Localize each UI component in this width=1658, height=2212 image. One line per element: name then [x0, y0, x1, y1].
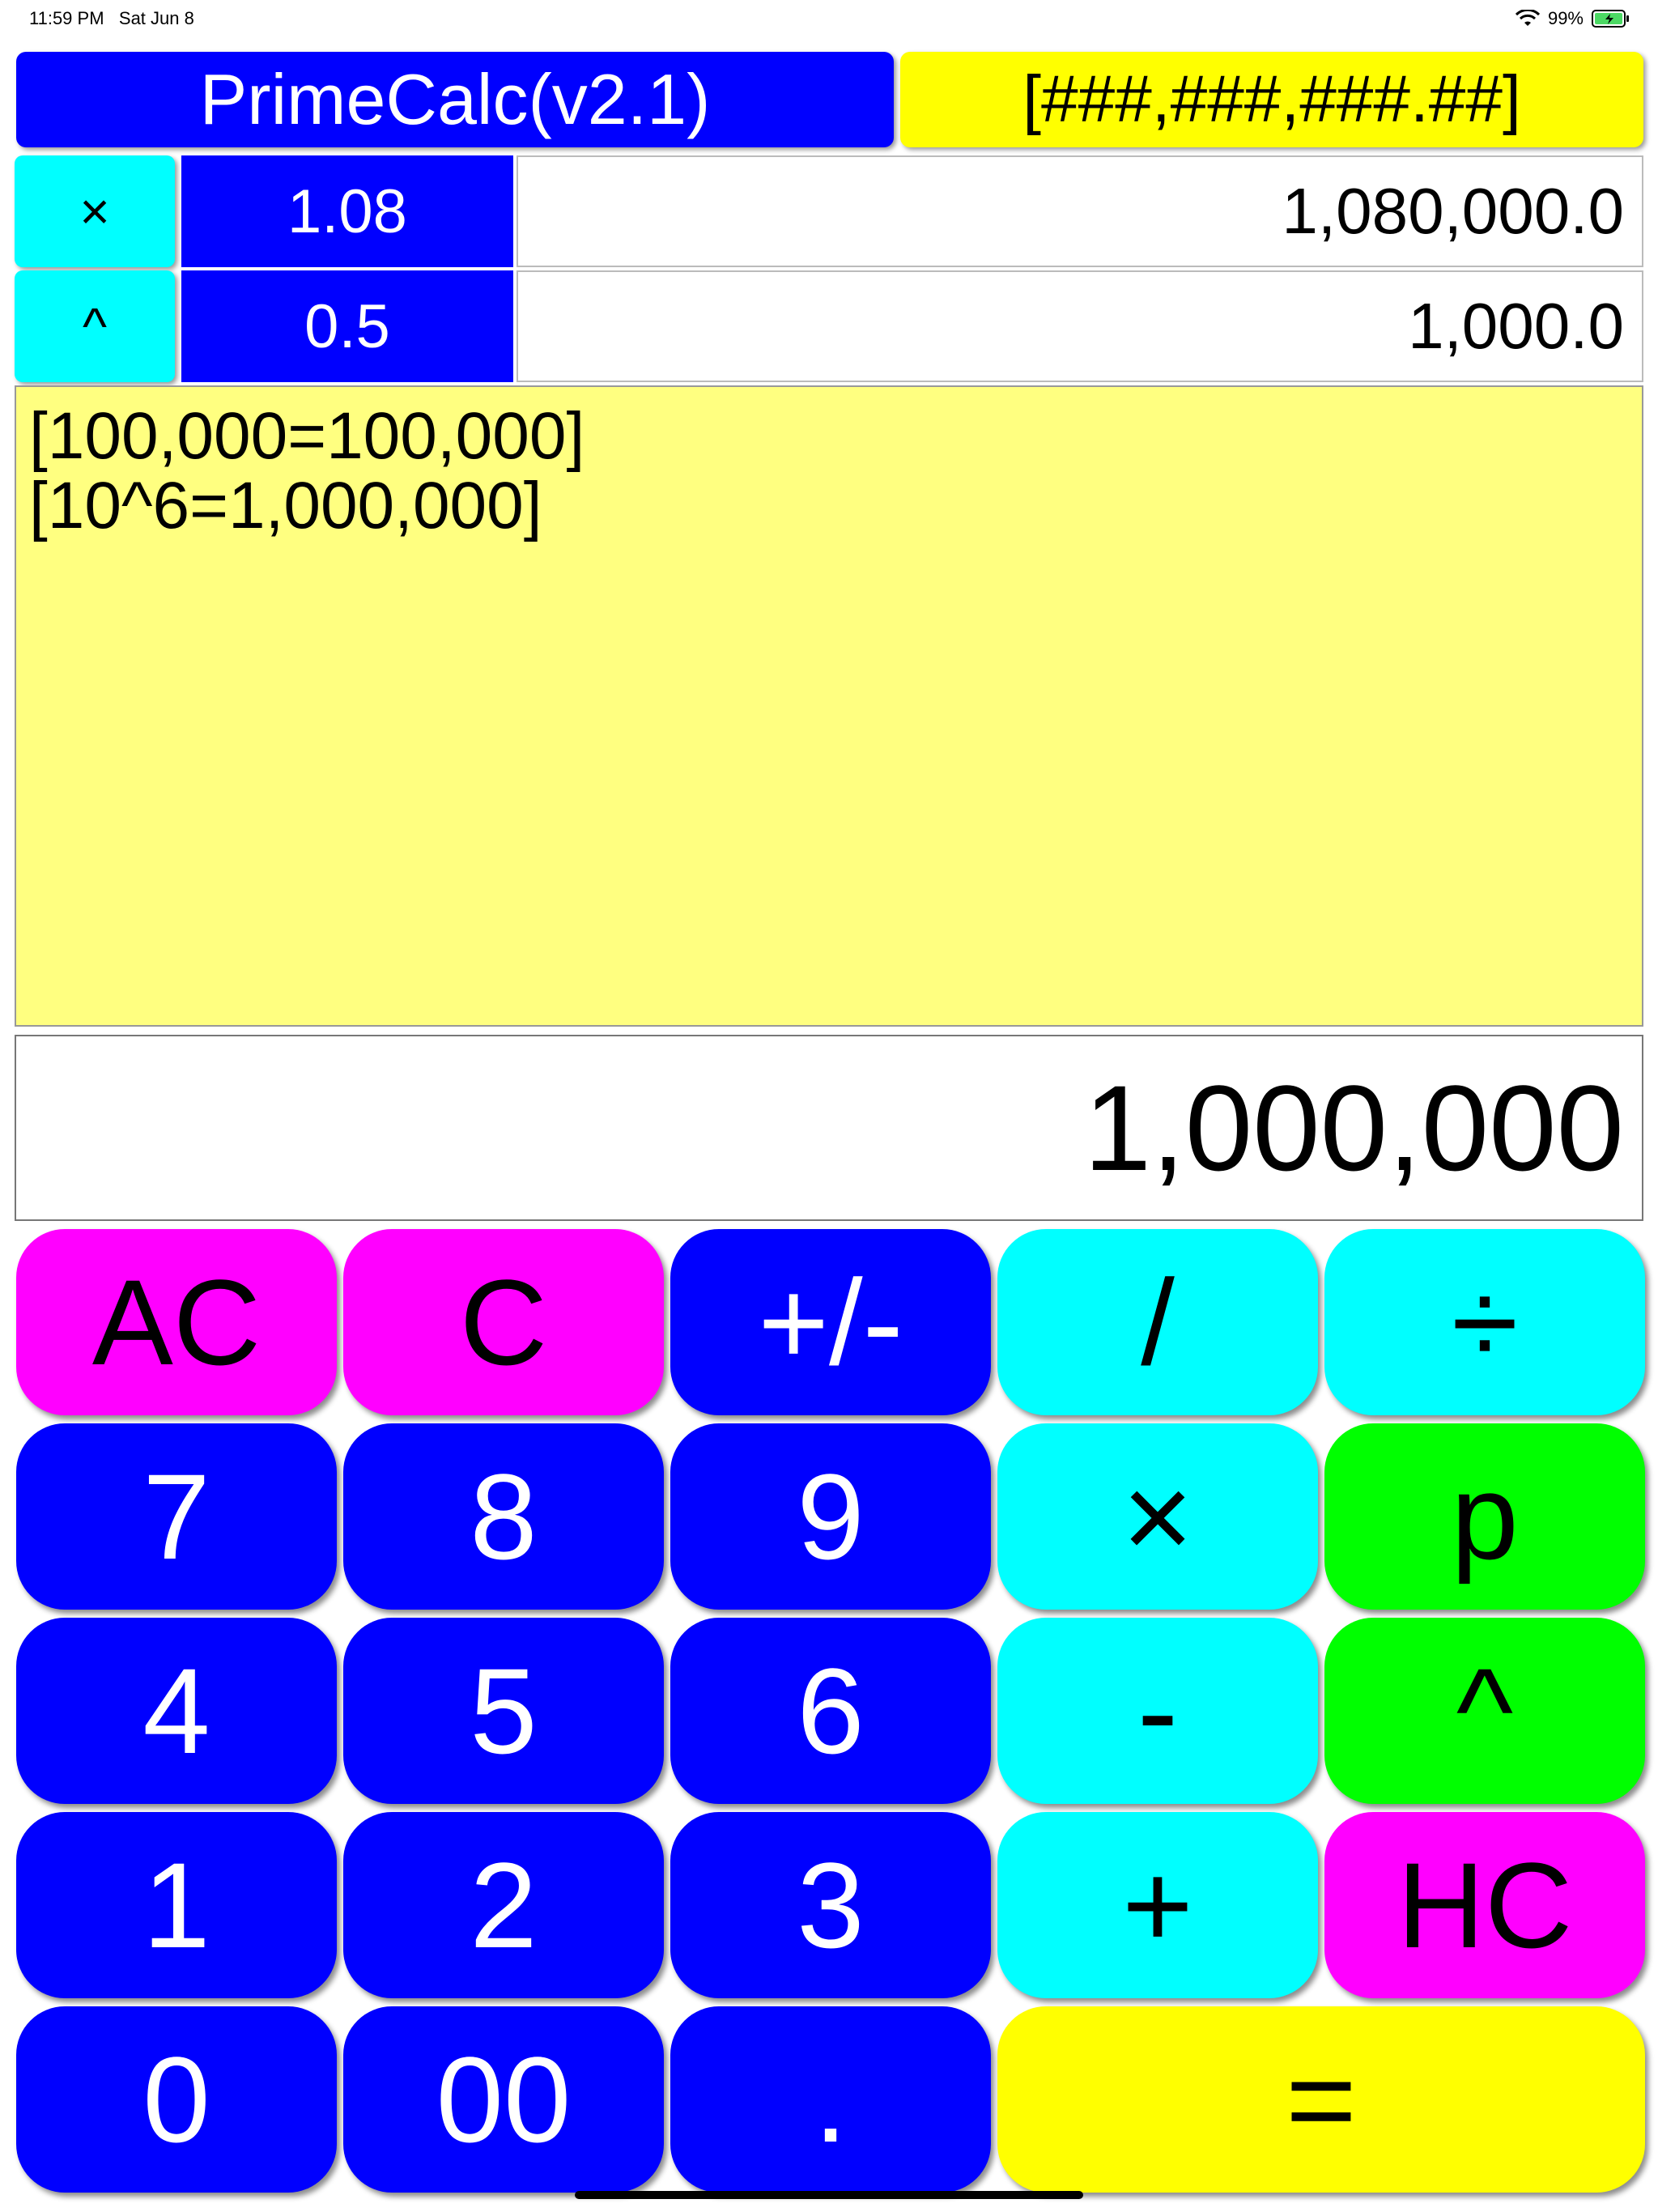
history-line: [10^6=1,000,000] — [29, 469, 542, 543]
prime-button[interactable]: p — [1324, 1423, 1645, 1610]
digit-8-button[interactable]: 8 — [343, 1423, 664, 1610]
home-indicator[interactable] — [575, 2191, 1083, 2199]
digit-7-button[interactable]: 7 — [16, 1423, 337, 1610]
digit-0-button[interactable]: 0 — [16, 2006, 337, 2193]
status-right: 99% — [1515, 8, 1630, 29]
status-time-value: 11:59 PM — [29, 8, 104, 28]
sign-toggle-button[interactable]: +/- — [670, 1229, 991, 1415]
wifi-icon — [1515, 10, 1540, 26]
plus-button[interactable]: + — [997, 1812, 1318, 1998]
digit-1-button[interactable]: 1 — [16, 1812, 337, 1998]
status-date: Sat Jun 8 — [118, 8, 194, 28]
memory-power-factor[interactable]: 0.5 — [181, 270, 513, 382]
battery-icon — [1592, 10, 1629, 28]
divide-button[interactable]: ÷ — [1324, 1229, 1645, 1415]
battery-percent: 99% — [1547, 8, 1584, 28]
main-display: 1,000,000 — [15, 1035, 1643, 1221]
digit-4-button[interactable]: 4 — [16, 1618, 337, 1804]
status-bar: 11:59 PM Sat Jun 8 99% — [0, 0, 1658, 42]
history-tape[interactable]: [100,000=100,000] [10^6=1,000,000] — [15, 385, 1643, 1027]
power-button[interactable]: ^ — [1324, 1618, 1645, 1804]
format-button[interactable]: [###,###,###.##] — [900, 52, 1643, 147]
digit-9-button[interactable]: 9 — [670, 1423, 991, 1610]
app-title: PrimeCalc(v2.1) — [16, 52, 894, 147]
memory-row-power: ^ 0.5 1,000.0 — [15, 270, 1643, 382]
digit-5-button[interactable]: 5 — [343, 1618, 664, 1804]
memory-row-multiply: × 1.08 1,080,000.0 — [15, 155, 1643, 267]
memory-multiply-button[interactable]: × — [15, 155, 175, 267]
all-clear-button[interactable]: AC — [16, 1229, 337, 1415]
digit-2-button[interactable]: 2 — [343, 1812, 664, 1998]
memory-multiply-result: 1,080,000.0 — [517, 155, 1643, 267]
status-time: 11:59 PM Sat Jun 8 — [29, 8, 194, 29]
memory-power-button[interactable]: ^ — [15, 270, 175, 382]
memory-power-result: 1,000.0 — [517, 270, 1643, 382]
history-clear-button[interactable]: HC — [1324, 1812, 1645, 1998]
history-line: [100,000=100,000] — [29, 399, 585, 473]
memory-multiply-factor[interactable]: 1.08 — [181, 155, 513, 267]
decimal-point-button[interactable]: . — [670, 2006, 991, 2193]
digit-6-button[interactable]: 6 — [670, 1618, 991, 1804]
slash-button[interactable]: / — [997, 1229, 1318, 1415]
clear-button[interactable]: C — [343, 1229, 664, 1415]
equals-button[interactable]: = — [997, 2006, 1645, 2193]
digit-3-button[interactable]: 3 — [670, 1812, 991, 1998]
double-zero-button[interactable]: 00 — [343, 2006, 664, 2193]
multiply-button[interactable]: × — [997, 1423, 1318, 1610]
minus-button[interactable]: - — [997, 1618, 1318, 1804]
